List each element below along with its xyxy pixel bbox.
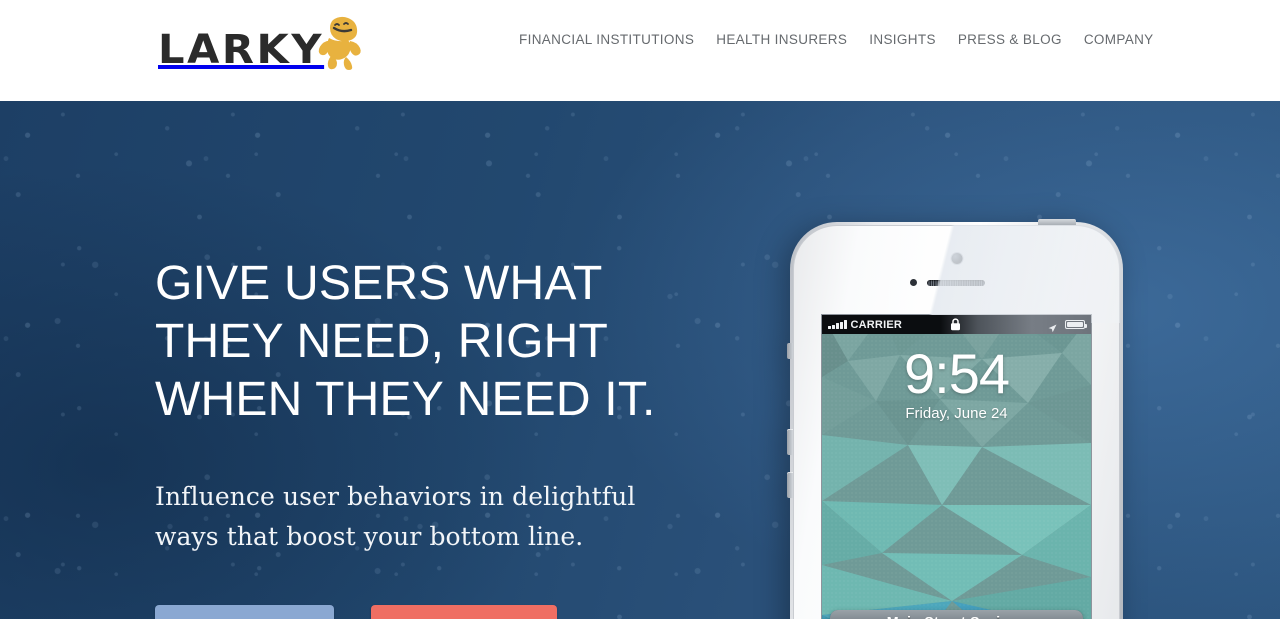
nav-item-financial-institutions[interactable]: FINANCIAL INSTITUTIONS: [519, 32, 705, 47]
page-title: GIVE USERS WHAT THEY NEED, RIGHT WHEN TH…: [155, 255, 656, 429]
earpiece-speaker-icon: [927, 280, 985, 286]
location-arrow-icon: [1048, 320, 1057, 338]
headline-line-3: WHEN THEY NEED IT.: [155, 373, 656, 426]
volume-up-button[interactable]: [787, 429, 793, 455]
headline-line-1: GIVE USERS WHAT: [155, 257, 603, 310]
lark-mascot-icon: [316, 16, 364, 70]
main-navigation: FINANCIAL INSTITUTIONS HEALTH INSURERS I…: [519, 32, 1154, 47]
lockscreen-clock: 9:54 Friday, June 24: [822, 342, 1091, 423]
power-button[interactable]: [1038, 219, 1076, 225]
clock-date: Friday, June 24: [905, 405, 1008, 422]
push-notification[interactable]: Main Street Savings main street savings …: [830, 610, 1083, 619]
hero-copy: GIVE USERS WHAT THEY NEED, RIGHT WHEN TH…: [155, 255, 656, 619]
nav-item-insights[interactable]: INSIGHTS: [858, 32, 947, 47]
clock-time: 9:54: [904, 342, 1010, 405]
nav-item-health-insurers[interactable]: HEALTH INSURERS: [705, 32, 858, 47]
hero-section: GIVE USERS WHAT THEY NEED, RIGHT WHEN TH…: [0, 101, 1280, 619]
phone-screen[interactable]: CARRIER 9:54 Friday, June 24: [822, 315, 1091, 619]
site-header: LARKY FINANCIAL INSTITUTIONS HEALTH INSU…: [0, 0, 1280, 101]
subhead-line-2: ways that boost your bottom line.: [155, 522, 584, 551]
logo-wordmark: LARKY: [158, 27, 325, 73]
volume-down-button[interactable]: [787, 472, 793, 498]
notification-header: Main Street Savings: [830, 610, 1083, 619]
phone-mockup: CARRIER 9:54 Friday, June 24: [787, 219, 1123, 619]
learn-more-button[interactable]: LEARN MORE: [370, 605, 558, 619]
signal-bars-icon: [828, 320, 847, 329]
lock-icon: [950, 318, 961, 336]
subhead-line-1: Influence user behaviors in delightful: [155, 482, 636, 511]
status-bar: CARRIER: [822, 315, 1091, 334]
notification-title: Main Street Savings: [887, 615, 1027, 619]
front-camera-icon: [951, 253, 962, 264]
mute-switch[interactable]: [787, 343, 793, 359]
proximity-sensor-icon: [910, 279, 917, 286]
carrier-label: CARRIER: [850, 318, 903, 331]
headline-line-2: THEY NEED, RIGHT: [155, 315, 609, 368]
nav-item-press-blog[interactable]: PRESS & BLOG: [947, 32, 1073, 47]
battery-full-icon: [1065, 320, 1087, 329]
site-logo[interactable]: LARKY: [158, 14, 364, 70]
cta-button-row: GET A DEMO LEARN MORE: [155, 605, 656, 619]
nav-item-company[interactable]: COMPANY: [1073, 32, 1154, 47]
hero-subheading: Influence user behaviors in delightful w…: [155, 477, 656, 557]
get-a-demo-button[interactable]: GET A DEMO: [155, 605, 334, 619]
